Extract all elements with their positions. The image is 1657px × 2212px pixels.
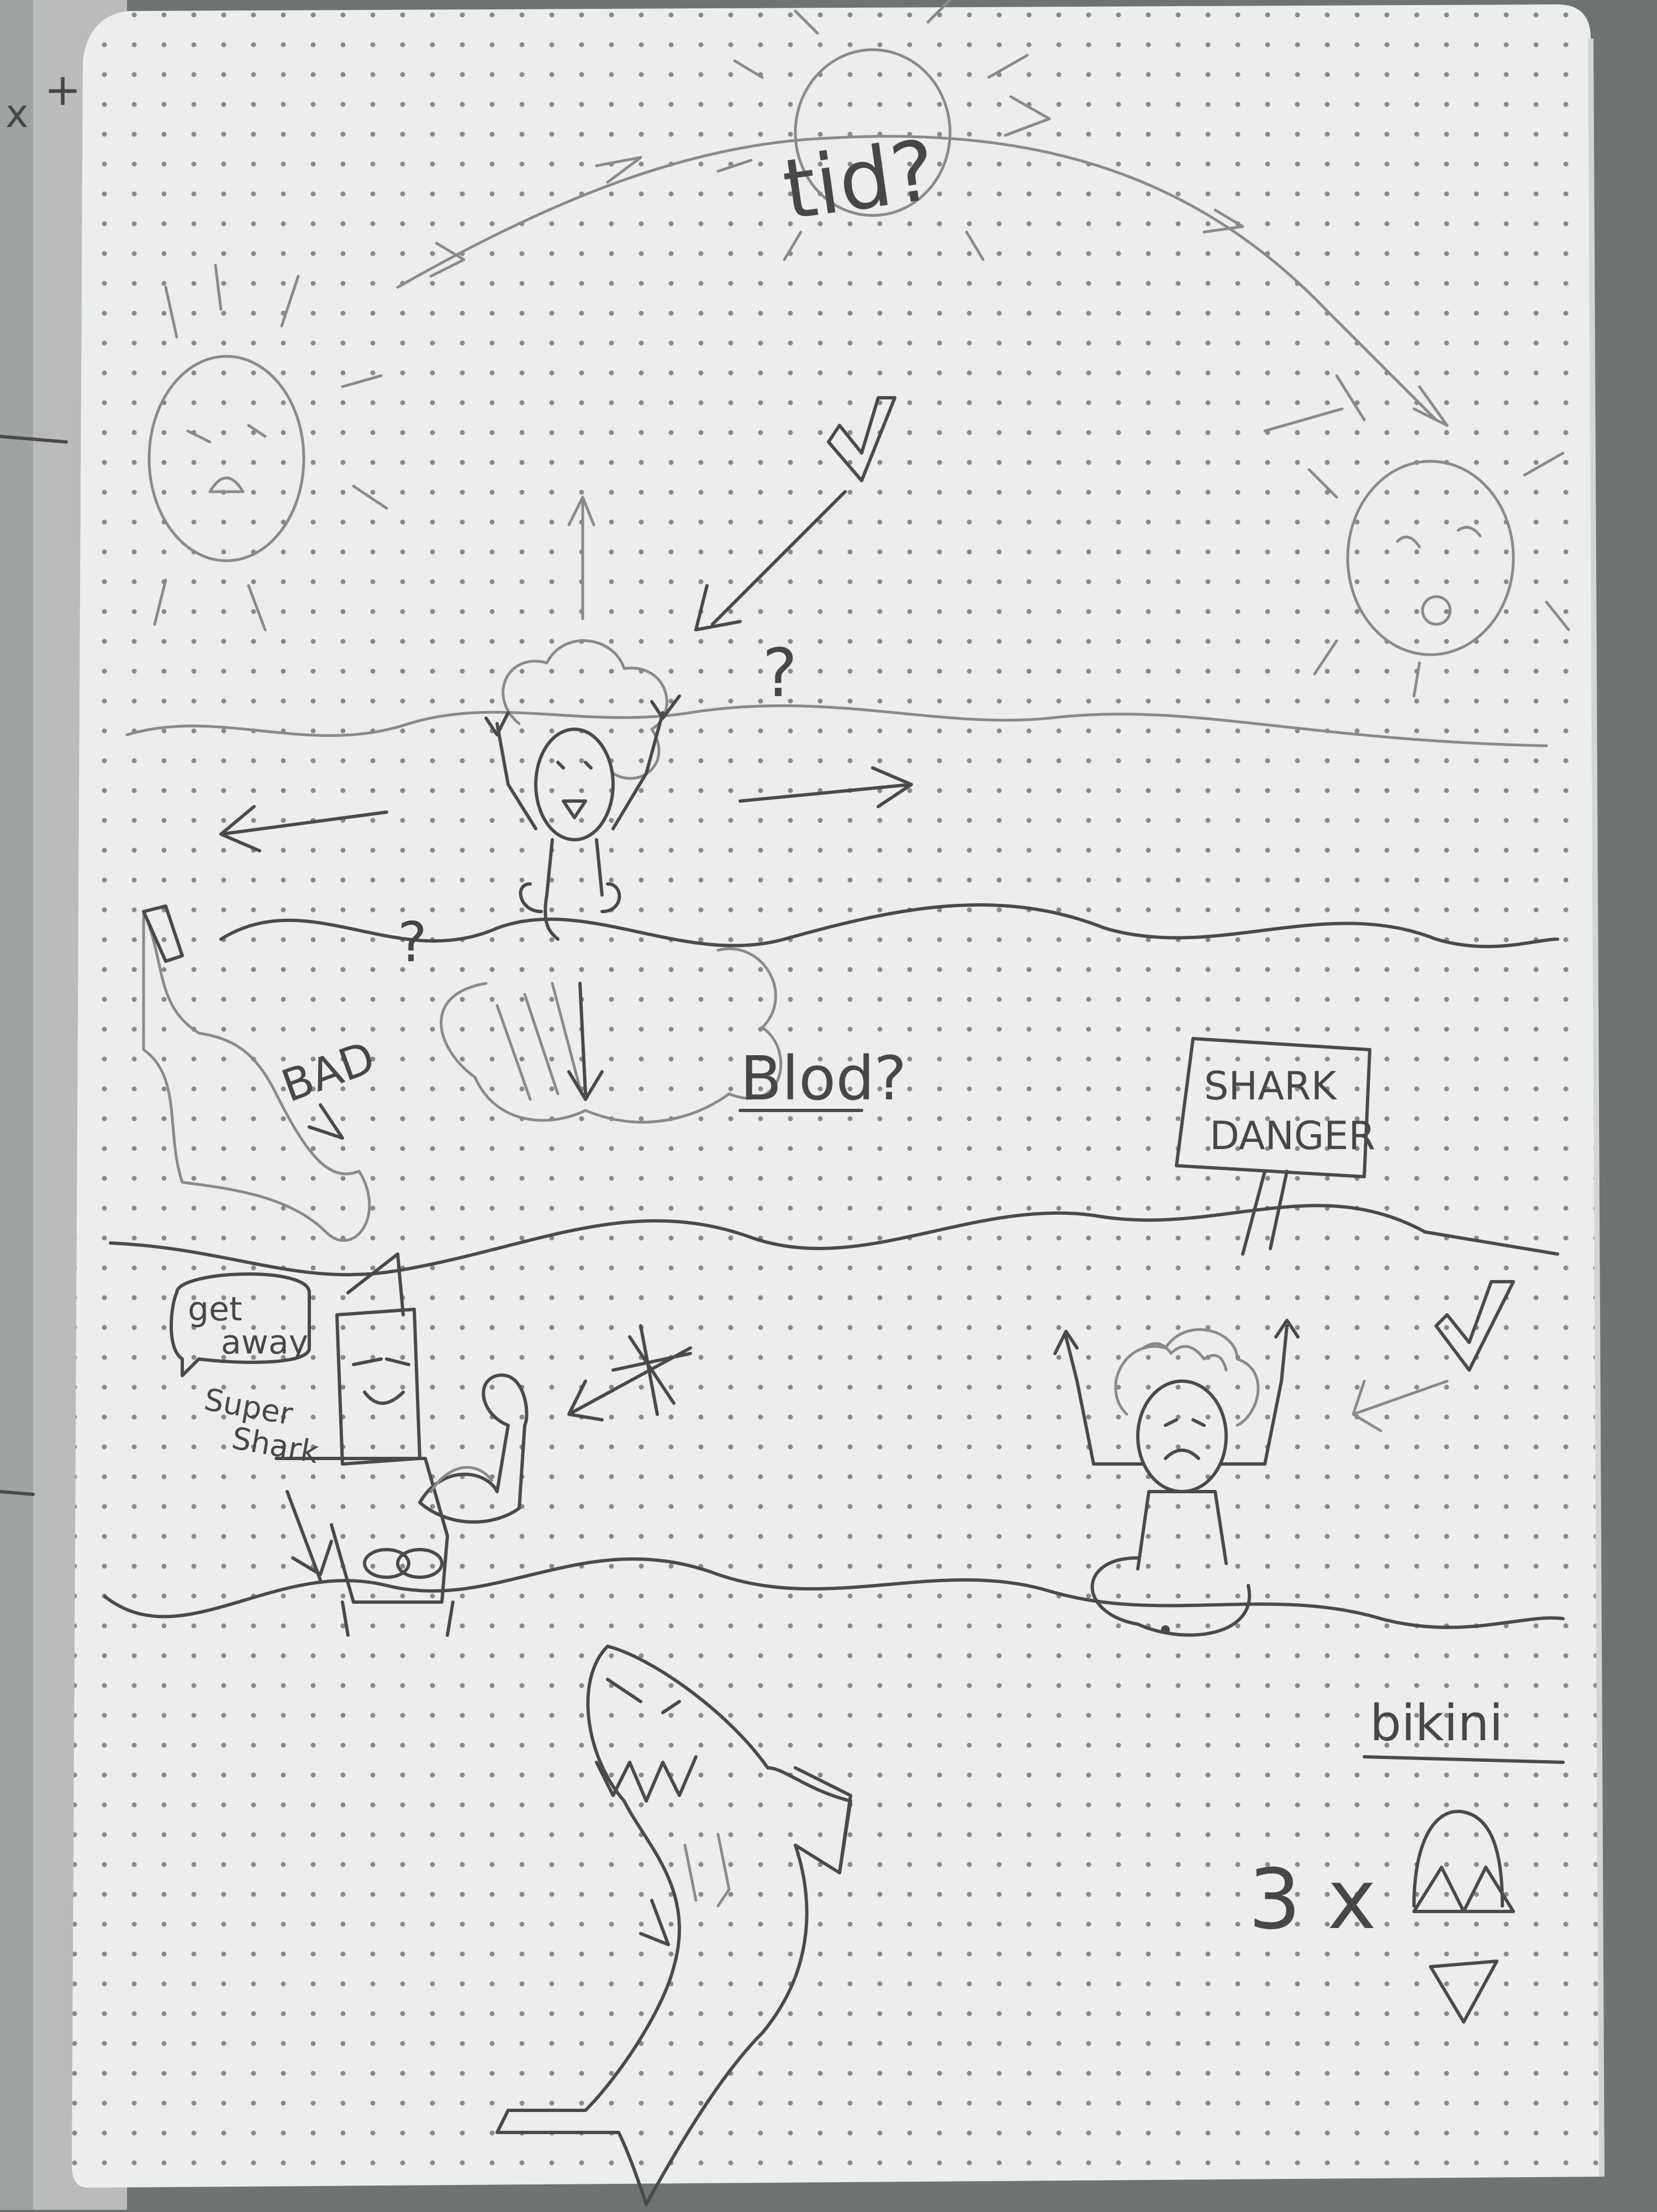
margin-scribble: + [44, 64, 81, 115]
sketch-canvas: + x tid? ? ? Blod? BAD SHARK DANGER get … [0, 0, 1605, 2210]
cloud-note: Blod? [740, 1043, 907, 1114]
bubble-line2: away [221, 1323, 308, 1362]
count-label: 3 x [1248, 1852, 1376, 1948]
left-question: ? [398, 910, 427, 975]
notebook-page-photo: + x tid? ? ? Blod? BAD SHARK DANGER get … [0, 0, 1657, 2210]
bikini-word: bikini [1370, 1694, 1503, 1752]
sky-question: ? [762, 635, 798, 712]
sign-line2: DANGER [1210, 1113, 1375, 1158]
margin-scribble-2: x [6, 91, 28, 136]
sign-line1: SHARK [1204, 1063, 1338, 1109]
